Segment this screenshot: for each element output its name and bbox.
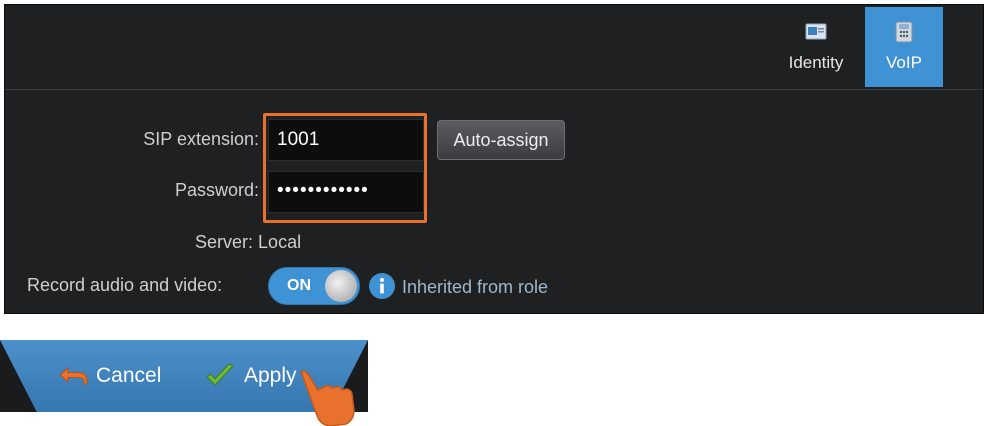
toggle-knob[interactable] — [325, 270, 357, 302]
checkmark-icon — [206, 363, 234, 386]
cancel-button[interactable]: Cancel — [58, 358, 161, 394]
apply-label: Apply — [244, 364, 297, 387]
phone-icon — [895, 21, 913, 43]
auto-assign-button[interactable]: Auto-assign — [437, 120, 565, 160]
server-row: Server: Local — [195, 232, 301, 253]
id-card-icon — [805, 23, 827, 40]
tab-identity[interactable]: Identity — [773, 7, 859, 87]
tab-voip[interactable]: VoIP — [865, 7, 943, 87]
toggle-on-text: ON — [287, 277, 311, 294]
apply-button[interactable]: Apply — [204, 358, 297, 394]
server-value: Local — [258, 232, 302, 252]
fields-highlight-box — [263, 113, 427, 223]
tab-voip-label: VoIP — [886, 53, 922, 72]
tab-bar: Identity VoIP — [5, 5, 983, 90]
record-label: Record audio and video: — [27, 275, 223, 295]
record-toggle[interactable]: ON — [268, 267, 360, 305]
password-label: Password: — [174, 180, 259, 200]
undo-arrow-icon — [59, 366, 88, 385]
tab-identity-label: Identity — [788, 53, 844, 72]
voip-settings-panel: Identity VoIP SIP extension: Auto-assign… — [4, 4, 984, 314]
cancel-label: Cancel — [96, 364, 162, 387]
inherited-from-role-text: Inherited from role — [402, 277, 549, 297]
pointing-hand-icon — [300, 370, 355, 426]
server-label: Server: — [195, 232, 254, 252]
sip-extension-label: SIP extension: — [143, 129, 259, 149]
info-icon[interactable] — [368, 272, 396, 300]
